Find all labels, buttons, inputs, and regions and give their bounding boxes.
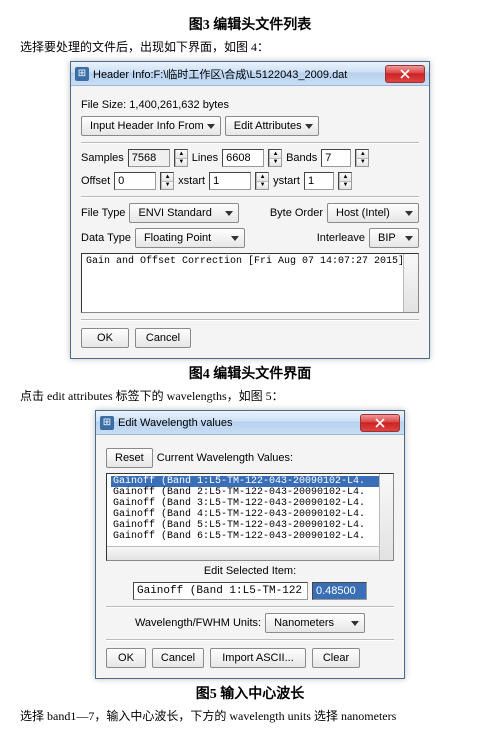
current-values-label: Current Wavelength Values: [157, 452, 293, 464]
description-text: Gain and Offset Correction [Fri Aug 07 1… [86, 256, 404, 267]
list-item[interactable]: Gainoff (Band 1:L5-TM-122-043-20090102-L… [111, 476, 389, 487]
list-item[interactable]: Gainoff (Band 5:L5-TM-122-043-20090102-L… [111, 520, 389, 531]
vertical-scrollbar[interactable] [379, 474, 393, 560]
samples-spinner[interactable]: ▲▼ [174, 149, 188, 167]
description-textarea[interactable]: Gain and Offset Correction [Fri Aug 07 1… [81, 253, 419, 313]
wavelength-listbox[interactable]: Gainoff (Band 1:L5-TM-122-043-20090102-L… [106, 473, 394, 561]
samples-label: Samples [81, 152, 124, 164]
window-title: Header Info:F:\临时工作区\合成\L5122043_2009.da… [93, 66, 385, 82]
bands-label: Bands [286, 152, 317, 164]
list-item[interactable]: Gainoff (Band 3:L5-TM-122-043-20090102-L… [111, 498, 389, 509]
cancel-button[interactable]: Cancel [152, 648, 204, 668]
figure3-caption: 图3 编辑头文件列表 [20, 14, 480, 34]
clear-button[interactable]: Clear [312, 648, 360, 668]
paragraph-3: 选择 band1—7，输入中心波长，下方的 wavelength units 选… [20, 707, 480, 724]
titlebar: ⊞ Header Info:F:\临时工作区\合成\L5122043_2009.… [71, 62, 429, 86]
figure4-caption: 图4 编辑头文件界面 [20, 363, 480, 383]
ystart-spinner[interactable]: ▲▼ [338, 172, 352, 190]
ystart-label: ystart [273, 175, 300, 187]
header-info-window: ⊞ Header Info:F:\临时工作区\合成\L5122043_2009.… [70, 61, 430, 359]
ystart-input[interactable] [304, 172, 334, 190]
offset-label: Offset [81, 175, 110, 187]
input-header-info-from-button[interactable]: Input Header Info From [81, 116, 221, 136]
units-label: Wavelength/FWHM Units: [135, 617, 261, 629]
data-type-label: Data Type [81, 232, 131, 244]
byte-order-label: Byte Order [270, 207, 323, 219]
samples-input[interactable] [128, 149, 170, 167]
xstart-input[interactable] [209, 172, 251, 190]
item-value-input[interactable] [312, 582, 367, 600]
list-item[interactable]: Gainoff (Band 4:L5-TM-122-043-20090102-L… [111, 509, 389, 520]
xstart-label: xstart [178, 175, 205, 187]
app-icon: ⊞ [100, 416, 114, 430]
offset-spinner[interactable]: ▲▼ [160, 172, 174, 190]
edit-wavelength-window: ⊞ Edit Wavelength values Reset Current W… [95, 410, 405, 679]
xstart-spinner[interactable]: ▲▼ [255, 172, 269, 190]
offset-input[interactable] [114, 172, 156, 190]
app-icon: ⊞ [75, 67, 89, 81]
reset-button[interactable]: Reset [106, 448, 153, 468]
data-type-select[interactable]: Floating Point [135, 228, 245, 248]
list-item[interactable]: Gainoff (Band 2:L5-TM-122-043-20090102-L… [111, 487, 389, 498]
import-ascii-button[interactable]: Import ASCII... [210, 648, 306, 668]
file-type-label: File Type [81, 207, 125, 219]
lines-label: Lines [192, 152, 218, 164]
interleave-label: Interleave [317, 232, 365, 244]
bands-input[interactable] [321, 149, 351, 167]
interleave-select[interactable]: BIP [369, 228, 419, 248]
paragraph-2: 点击 edit attributes 标签下的 wavelengths，如图 5… [20, 387, 480, 404]
figure5-caption: 图5 输入中心波长 [20, 683, 480, 703]
byte-order-select[interactable]: Host (Intel) [327, 203, 419, 223]
lines-input[interactable] [222, 149, 264, 167]
paragraph-1: 选择要处理的文件后，出现如下界面，如图 4： [20, 38, 480, 55]
bands-spinner[interactable]: ▲▼ [355, 149, 369, 167]
edit-attributes-button[interactable]: Edit Attributes [225, 116, 319, 136]
ok-button[interactable]: OK [106, 648, 146, 668]
close-button[interactable] [360, 414, 400, 432]
file-size-label: File Size: 1,400,261,632 bytes [81, 99, 229, 111]
lines-spinner[interactable]: ▲▼ [268, 149, 282, 167]
close-button[interactable] [385, 65, 425, 83]
cancel-button[interactable]: Cancel [135, 328, 191, 348]
ok-button[interactable]: OK [81, 328, 129, 348]
window-title: Edit Wavelength values [118, 417, 360, 429]
edit-selected-label: Edit Selected Item: [106, 565, 394, 577]
list-item[interactable]: Gainoff (Band 6:L5-TM-122-043-20090102-L… [111, 531, 389, 542]
titlebar: ⊞ Edit Wavelength values [96, 411, 404, 435]
units-select[interactable]: Nanometers [265, 613, 365, 633]
horizontal-scrollbar[interactable] [107, 546, 379, 560]
file-type-select[interactable]: ENVI Standard [129, 203, 239, 223]
item-name-input[interactable] [133, 582, 308, 600]
